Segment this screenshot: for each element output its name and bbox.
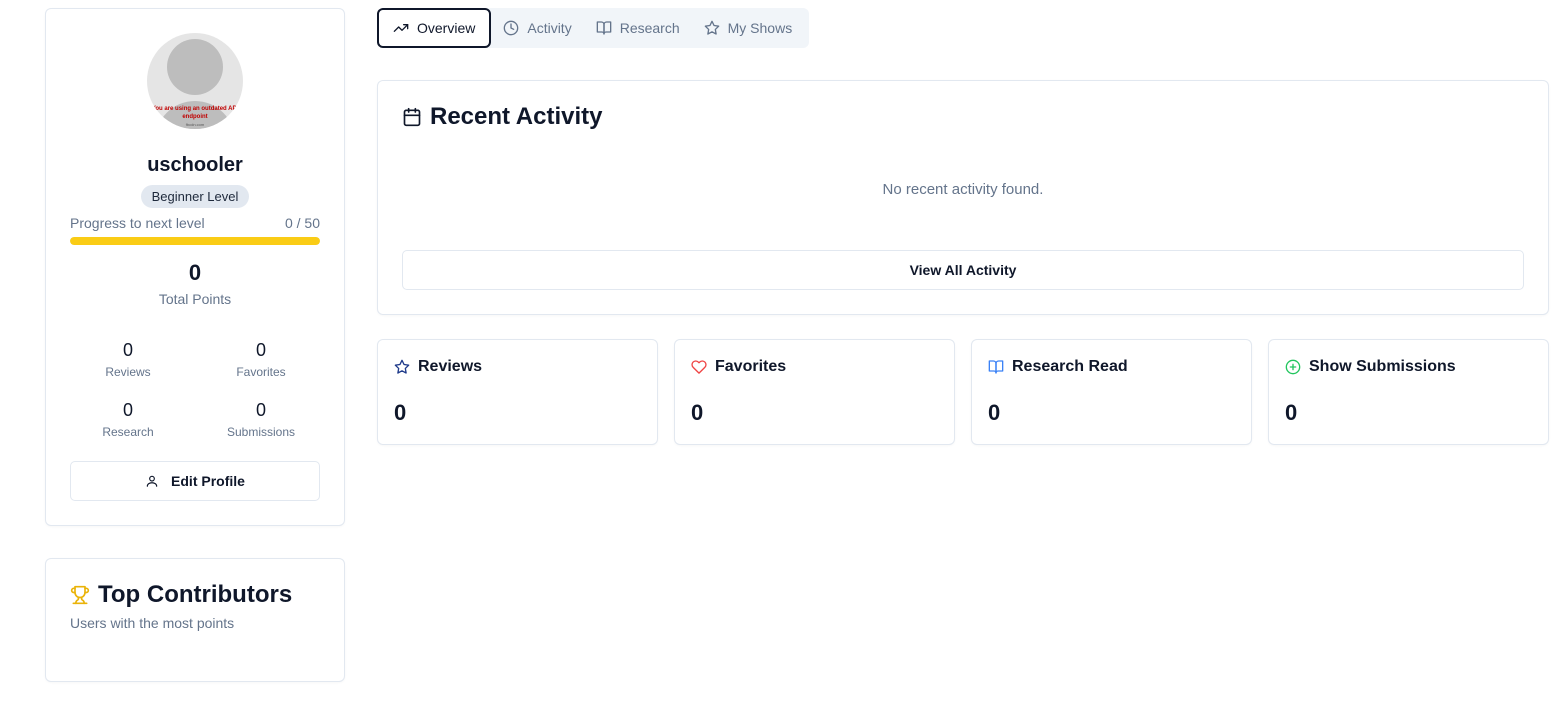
level-badge: Beginner Level <box>141 185 249 208</box>
stat-favorites: 0 Favorites <box>191 339 331 379</box>
tab-label: Research <box>619 20 680 36</box>
recent-activity-heading: Recent Activity <box>402 103 603 131</box>
tab-overview[interactable]: Overview <box>377 8 492 48</box>
stat-card-label: Research Read <box>1012 358 1128 375</box>
star-icon <box>394 359 410 375</box>
profile-tabs: Overview Activity Research My Shows <box>377 8 809 48</box>
stat-label: Reviews <box>105 365 151 379</box>
top-contributors-heading: Top Contributors <box>70 581 292 609</box>
tab-research[interactable]: Research <box>584 8 692 48</box>
stat-value: 0 <box>255 400 266 420</box>
stat-value: 0 <box>255 340 266 360</box>
stat-card-value: 0 <box>691 400 704 425</box>
trophy-icon <box>70 585 90 605</box>
progress-value: 0 / 50 <box>284 215 320 231</box>
stat-card-value: 0 <box>1285 400 1298 425</box>
total-points-label: Total Points <box>158 291 232 307</box>
clock-icon <box>503 20 519 36</box>
empty-state-message: No recent activity found. <box>882 181 1044 198</box>
profile-card: You are using an outdated API endpoint f… <box>45 8 345 526</box>
stat-card-value: 0 <box>988 400 1001 425</box>
stat-research: 0 Research <box>58 399 198 439</box>
view-all-activity-button[interactable]: View All Activity <box>402 250 1524 290</box>
progress-label: Progress to next level <box>70 215 205 231</box>
stat-label: Research <box>102 425 154 439</box>
tab-activity[interactable]: Activity <box>491 8 583 48</box>
stat-card-favorites: Favorites 0 <box>674 339 955 445</box>
top-contributors-subtitle: Users with the most points <box>70 615 235 631</box>
stat-card-value: 0 <box>394 400 407 425</box>
heart-icon <box>691 359 707 375</box>
total-points-value: 0 <box>188 260 202 285</box>
avatar-warning-text: You are using an outdated API endpoint <box>151 106 239 120</box>
user-icon <box>145 474 159 488</box>
progress-bar-fill <box>70 237 320 245</box>
tab-my-shows[interactable]: My Shows <box>692 8 805 48</box>
stat-label: Submissions <box>226 425 296 439</box>
top-contributors-card: Top Contributors Users with the most poi… <box>45 558 345 682</box>
plus-circle-icon <box>1285 359 1301 375</box>
stat-card-show-submissions: Show Submissions 0 <box>1268 339 1549 445</box>
tab-label: Overview <box>417 20 476 36</box>
book-open-icon <box>988 359 1004 375</box>
stat-label: Favorites <box>236 365 286 379</box>
recent-activity-title: Recent Activity <box>430 103 603 130</box>
avatar: You are using an outdated API endpoint f… <box>147 33 243 129</box>
username: uschooler <box>147 154 243 176</box>
stat-value: 0 <box>122 340 133 360</box>
edit-profile-button[interactable]: Edit Profile <box>70 461 320 501</box>
stat-reviews: 0 Reviews <box>58 339 198 379</box>
star-icon <box>704 20 720 36</box>
avatar-warning-source: fbcdn.com <box>185 122 205 127</box>
calendar-icon <box>402 107 422 127</box>
stat-submissions: 0 Submissions <box>191 399 331 439</box>
stat-card-label: Reviews <box>418 358 483 375</box>
book-open-icon <box>596 20 612 36</box>
top-contributors-title: Top Contributors <box>98 581 293 608</box>
stat-value: 0 <box>122 400 133 420</box>
stat-card-research-read: Research Read 0 <box>971 339 1252 445</box>
recent-activity-card: Recent Activity No recent activity found… <box>377 80 1549 315</box>
trending-up-icon <box>393 20 409 36</box>
edit-profile-label: Edit Profile <box>171 473 245 489</box>
stat-card-label: Show Submissions <box>1309 358 1456 375</box>
progress-bar <box>70 237 320 245</box>
stat-card-reviews: Reviews 0 <box>377 339 658 445</box>
stat-card-label: Favorites <box>715 358 787 375</box>
tab-label: Activity <box>527 20 572 36</box>
tab-label: My Shows <box>727 20 793 36</box>
